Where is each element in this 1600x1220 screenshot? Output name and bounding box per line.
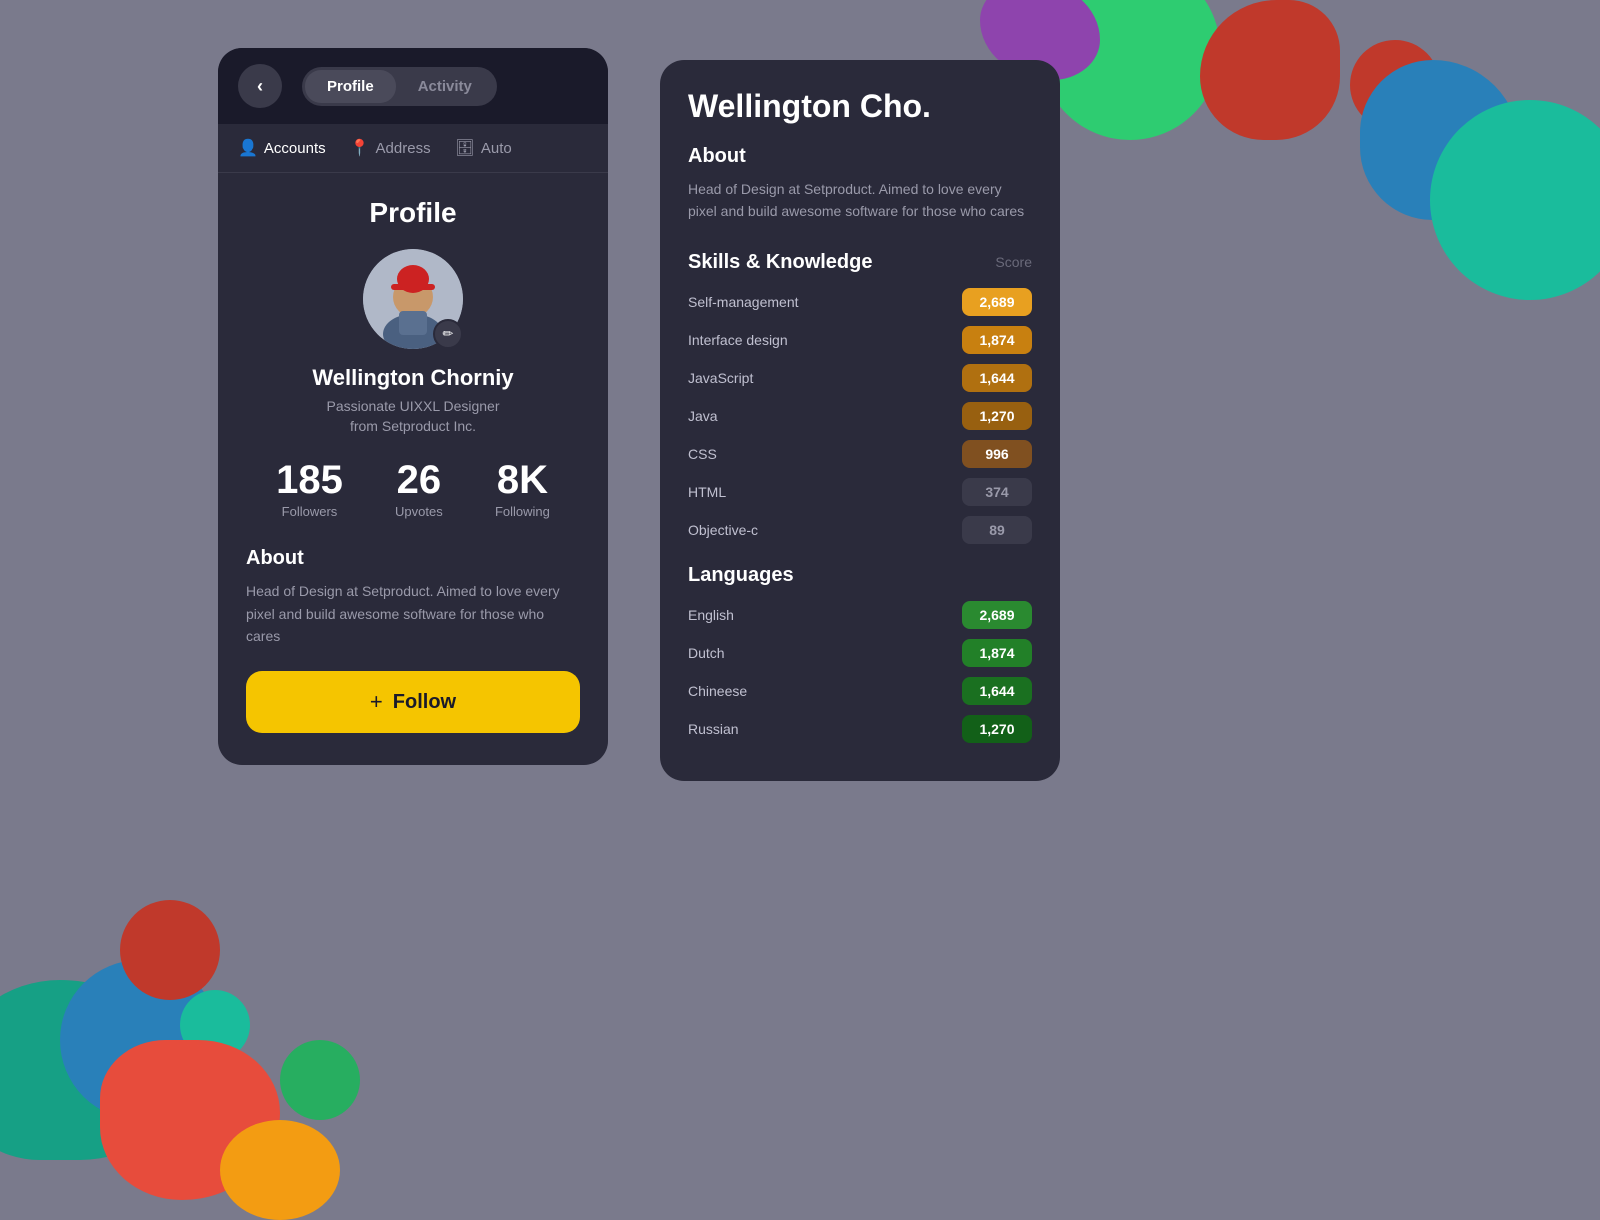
skill-row: Java 1,270 xyxy=(688,402,1032,430)
skill-row: Self-management 2,689 xyxy=(688,288,1032,316)
skill-row: HTML 374 xyxy=(688,478,1032,506)
detail-about-title: About xyxy=(688,145,1032,168)
detail-card: Wellington Cho. About Head of Design at … xyxy=(660,60,1060,781)
subnav-address-label: Address xyxy=(376,140,431,157)
detail-body: Wellington Cho. About Head of Design at … xyxy=(660,60,1060,781)
sub-nav: 👤 Accounts 📍 Address 🗄 Auto xyxy=(218,124,608,173)
skill-score: 1,270 xyxy=(962,402,1032,430)
languages-list: English 2,689 Dutch 1,874 Chineese 1,644… xyxy=(688,601,1032,743)
language-score: 1,270 xyxy=(962,715,1032,743)
language-name: Chineese xyxy=(688,683,962,699)
location-icon: 📍 xyxy=(350,138,370,158)
tab-group: Profile Activity xyxy=(302,67,497,106)
followers-label: Followers xyxy=(276,504,343,519)
profile-body: Profile xyxy=(218,173,608,733)
language-name: Dutch xyxy=(688,645,962,661)
skill-name: JavaScript xyxy=(688,370,962,386)
skill-name: HTML xyxy=(688,484,962,500)
follow-button[interactable]: + Follow xyxy=(246,671,580,733)
tab-profile[interactable]: Profile xyxy=(305,70,396,103)
detail-about-text: Head of Design at Setproduct. Aimed to l… xyxy=(688,178,1032,223)
language-row: Chineese 1,644 xyxy=(688,677,1032,705)
skill-score: 374 xyxy=(962,478,1032,506)
language-score: 2,689 xyxy=(962,601,1032,629)
edit-avatar-button[interactable]: ✏ xyxy=(433,319,463,349)
subnav-accounts-label: Accounts xyxy=(264,140,326,157)
tab-activity[interactable]: Activity xyxy=(396,70,494,103)
skills-list: Self-management 2,689 Interface design 1… xyxy=(688,288,1032,544)
skill-score: 1,874 xyxy=(962,326,1032,354)
follow-label: Follow xyxy=(393,691,456,714)
followers-count: 185 xyxy=(276,460,343,500)
skill-name: Java xyxy=(688,408,962,424)
profile-card: ‹ Profile Activity 👤 Accounts 📍 Address … xyxy=(218,48,608,765)
language-score: 1,644 xyxy=(962,677,1032,705)
profile-header: ‹ Profile Activity xyxy=(218,48,608,124)
subnav-address[interactable]: 📍 Address xyxy=(350,138,431,158)
user-bio: Passionate UIXXL Designer from Setproduc… xyxy=(242,397,584,436)
following-stat: 8K Following xyxy=(495,460,550,519)
upvotes-label: Upvotes xyxy=(395,504,443,519)
skill-name: Objective-c xyxy=(688,522,962,538)
about-text: Head of Design at Setproduct. Aimed to l… xyxy=(246,580,580,647)
user-name: Wellington Chorniy xyxy=(242,365,584,391)
skill-score: 89 xyxy=(962,516,1032,544)
upvotes-count: 26 xyxy=(395,460,443,500)
person-icon: 👤 xyxy=(238,138,258,158)
subnav-auto[interactable]: 🗄 Auto xyxy=(455,138,512,158)
subnav-accounts[interactable]: 👤 Accounts xyxy=(238,138,326,158)
skill-name: Self-management xyxy=(688,294,962,310)
skill-row: CSS 996 xyxy=(688,440,1032,468)
language-row: Russian 1,270 xyxy=(688,715,1032,743)
stats-row: 185 Followers 26 Upvotes 8K Following xyxy=(242,460,584,519)
avatar-container: ✏ xyxy=(242,249,584,349)
upvotes-stat: 26 Upvotes xyxy=(395,460,443,519)
following-label: Following xyxy=(495,504,550,519)
skill-row: Objective-c 89 xyxy=(688,516,1032,544)
about-section: About Head of Design at Setproduct. Aime… xyxy=(242,547,584,647)
language-name: English xyxy=(688,607,962,623)
avatar-wrapper: ✏ xyxy=(363,249,463,349)
skills-title: Skills & Knowledge xyxy=(688,251,872,274)
following-count: 8K xyxy=(495,460,550,500)
skill-score: 996 xyxy=(962,440,1032,468)
language-row: English 2,689 xyxy=(688,601,1032,629)
language-name: Russian xyxy=(688,721,962,737)
back-button[interactable]: ‹ xyxy=(238,64,282,108)
detail-user-name: Wellington Cho. xyxy=(688,88,1032,125)
score-label: Score xyxy=(995,254,1032,270)
skill-score: 1,644 xyxy=(962,364,1032,392)
language-row: Dutch 1,874 xyxy=(688,639,1032,667)
skill-row: JavaScript 1,644 xyxy=(688,364,1032,392)
language-score: 1,874 xyxy=(962,639,1032,667)
skill-name: CSS xyxy=(688,446,962,462)
skills-header: Skills & Knowledge Score xyxy=(688,251,1032,274)
about-title: About xyxy=(246,547,580,570)
subnav-auto-label: Auto xyxy=(481,140,512,157)
followers-stat: 185 Followers xyxy=(276,460,343,519)
follow-plus-icon: + xyxy=(370,689,383,715)
skill-name: Interface design xyxy=(688,332,962,348)
skill-score: 2,689 xyxy=(962,288,1032,316)
languages-section: Languages English 2,689 Dutch 1,874 Chin… xyxy=(688,564,1032,743)
database-icon: 🗄 xyxy=(455,138,475,158)
profile-title: Profile xyxy=(242,197,584,229)
skill-row: Interface design 1,874 xyxy=(688,326,1032,354)
languages-title: Languages xyxy=(688,564,1032,587)
